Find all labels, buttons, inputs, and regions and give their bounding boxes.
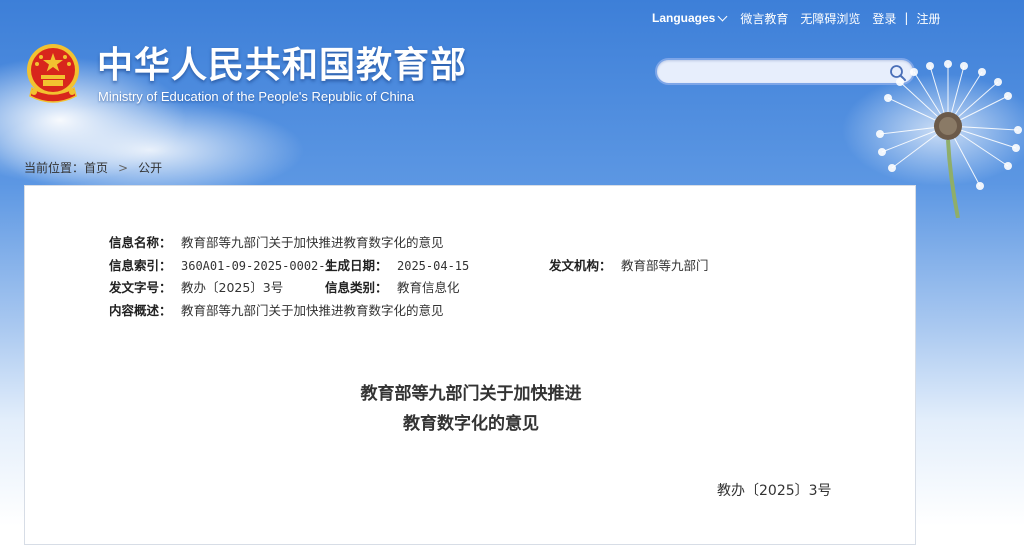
chevron-down-icon xyxy=(717,11,728,21)
nav-separator: | xyxy=(904,11,909,25)
languages-menu[interactable]: Languages xyxy=(652,11,728,25)
site-title: 中华人民共和国教育部 xyxy=(97,45,468,86)
login-link[interactable]: 登录 xyxy=(872,10,896,27)
info-metadata: 信息名称： 教育部等九部门关于加快推进教育数字化的意见 信息索引： 360A01-0… xyxy=(109,232,709,323)
accessible-browse-link[interactable]: 无障碍浏览 xyxy=(800,10,860,27)
info-issuer-label: 发文机构： xyxy=(549,257,612,273)
languages-label: Languages xyxy=(652,11,716,25)
breadcrumb-current-link[interactable]: 公开 xyxy=(138,159,162,176)
info-issuer-value: 教育部等九部门 xyxy=(621,257,709,273)
info-category-label: 信息类别： xyxy=(325,280,388,295)
info-docno-label: 发文字号： xyxy=(109,280,172,295)
register-link[interactable]: 注册 xyxy=(916,10,940,27)
info-date-label: 生成日期： xyxy=(325,257,388,273)
info-summary-value: 教育部等九部门关于加快推进教育数字化的意见 xyxy=(181,302,444,318)
info-index-value: 360A01-09-2025-0002-1 xyxy=(181,258,333,273)
info-docno-value: 教办〔2025〕3号 xyxy=(181,280,284,295)
site-subtitle: Ministry of Education of the People's Re… xyxy=(98,89,415,104)
info-row-summary: 内容概述： 教育部等九部门关于加快推进教育数字化的意见 xyxy=(109,300,444,323)
document-title: 教育部等九部门关于加快推进 教育数字化的意见 xyxy=(25,379,917,439)
info-summary-label: 内容概述： xyxy=(109,302,172,318)
info-name-label: 信息名称： xyxy=(109,235,172,250)
info-index-label: 信息索引： xyxy=(109,257,172,273)
info-row-index: 信息索引： 360A01-09-2025-0002-1 生成日期： 2025-04-… xyxy=(109,255,709,278)
breadcrumb-home-link[interactable]: 首页 xyxy=(84,159,108,176)
breadcrumb: 当前位置： 首页 > 公开 xyxy=(24,159,162,176)
national-emblem-icon xyxy=(24,42,82,106)
info-name-value: 教育部等九部门关于加快推进教育数字化的意见 xyxy=(181,235,444,250)
document-title-line1: 教育部等九部门关于加快推进 xyxy=(360,384,582,404)
document-number: 教办〔2025〕3号 xyxy=(717,483,832,499)
info-row-docno: 发文字号： 教办〔2025〕3号 信息类别： 教育信息化 xyxy=(109,277,460,300)
top-nav: Languages 微言教育 无障碍浏览 登录 | 注册 xyxy=(648,9,952,27)
info-row-name: 信息名称： 教育部等九部门关于加快推进教育数字化的意见 xyxy=(109,232,444,255)
info-date-value: 2025-04-15 xyxy=(397,258,470,273)
info-category-value: 教育信息化 xyxy=(397,280,460,295)
breadcrumb-separator: > xyxy=(118,160,129,175)
breadcrumb-label: 当前位置： xyxy=(24,161,85,175)
document-title-line2: 教育数字化的意见 xyxy=(403,414,539,434)
content-panel: 信息名称： 教育部等九部门关于加快推进教育数字化的意见 信息索引： 360A01-0… xyxy=(24,185,916,545)
weiyan-link[interactable]: 微言教育 xyxy=(740,10,788,27)
